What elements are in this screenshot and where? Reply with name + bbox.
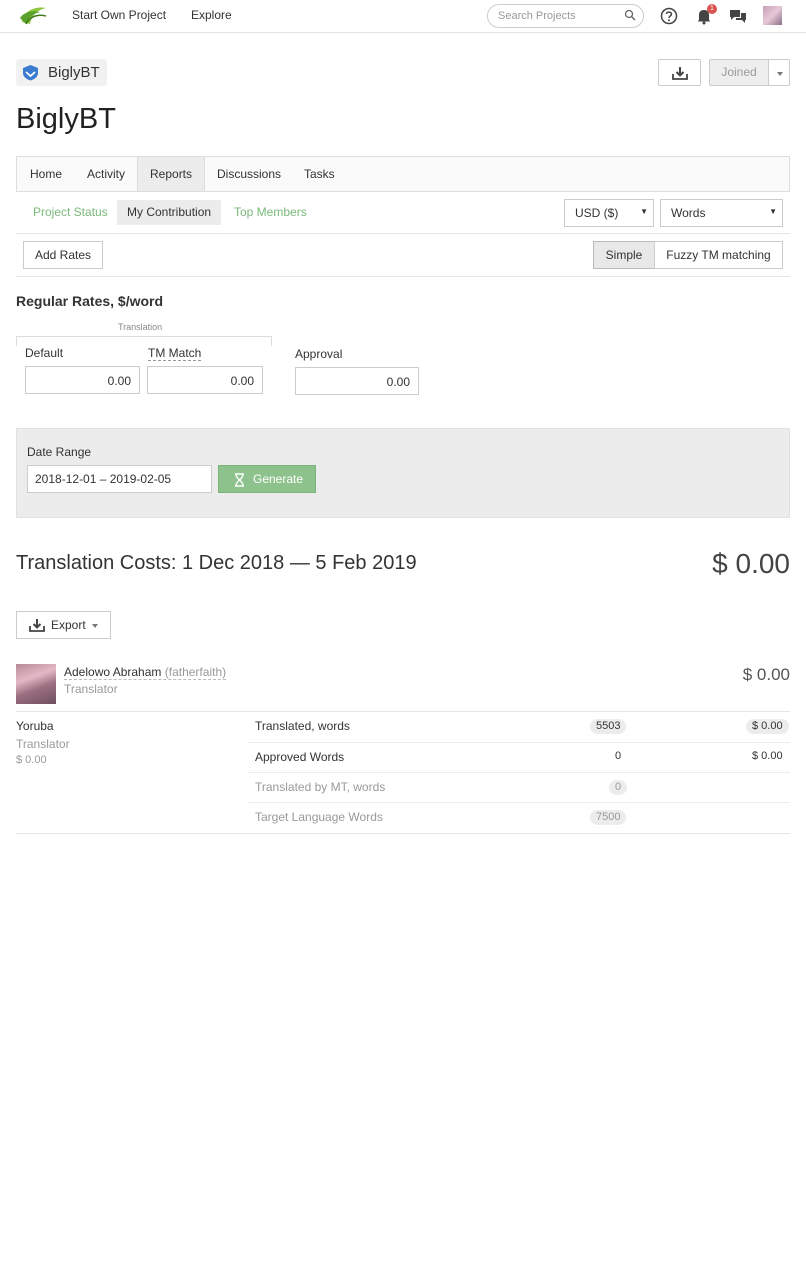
user-avatar[interactable] (763, 6, 782, 25)
stat-value-target-language-words: 7500 (590, 810, 627, 825)
hourglass-icon (235, 473, 244, 487)
stat-value-translated-words: 5503 (590, 719, 627, 734)
generate-button[interactable]: Generate (218, 465, 316, 493)
chevron-down-icon (92, 624, 98, 628)
stat-cost-translated-words: $ 0.00 (746, 719, 789, 734)
language-name: Yoruba (16, 719, 54, 733)
date-range-input[interactable]: 2018-12-01 – 2019-02-05 (27, 465, 212, 493)
divider (16, 233, 790, 234)
approval-rate-label: Approval (295, 347, 343, 361)
chevron-down-icon: ▼ (769, 207, 777, 216)
unit-select-value: Words (671, 206, 706, 220)
language-cost: $ 0.00 (16, 754, 47, 766)
divider (16, 276, 790, 277)
tm-match-rate-input[interactable]: 0.00 (147, 366, 263, 394)
add-rates-button[interactable]: Add Rates (23, 241, 103, 269)
member-name-text: Adelowo Abraham (64, 665, 162, 679)
approval-rate-input[interactable]: 0.00 (295, 367, 419, 395)
member-role: Translator (64, 682, 118, 696)
subtab-top-members[interactable]: Top Members (224, 200, 317, 225)
translation-costs-total: $ 0.00 (712, 548, 790, 579)
divider (16, 833, 790, 834)
joined-dropdown-toggle[interactable] (768, 59, 790, 86)
project-tabs: Home Activity Reports Discussions Tasks (16, 156, 790, 192)
export-label: Export (51, 618, 86, 632)
stat-label-target-language-words: Target Language Words (255, 810, 383, 824)
translation-costs-title: Translation Costs: 1 Dec 2018 — 5 Feb 20… (16, 552, 417, 574)
search-icon[interactable] (624, 9, 636, 21)
tab-tasks[interactable]: Tasks (292, 157, 347, 191)
stat-value-mt-words: 0 (609, 780, 628, 795)
currency-select[interactable]: USD ($) ▼ (564, 199, 654, 227)
chevron-down-icon: ▼ (640, 207, 648, 216)
tab-reports[interactable]: Reports (137, 157, 206, 191)
unit-select[interactable]: Words ▼ (660, 199, 783, 227)
top-navbar: Start Own Project Explore Search Project… (0, 0, 806, 33)
subtab-my-contribution[interactable]: My Contribution (117, 200, 222, 225)
start-own-project-link[interactable]: Start Own Project (72, 8, 166, 22)
download-icon (29, 619, 45, 632)
row-divider (248, 772, 790, 773)
tm-match-label: TM Match (148, 346, 202, 361)
generate-label: Generate (253, 472, 304, 486)
stat-label-approved-words: Approved Words (255, 750, 345, 764)
stat-value-approved-words: 0 (615, 750, 622, 762)
member-handle: (fatherfaith) (164, 665, 227, 679)
download-icon (672, 67, 688, 80)
search-input[interactable]: Search Projects (487, 4, 644, 28)
project-chip[interactable]: BiglyBT (16, 59, 107, 86)
messages-icon[interactable] (729, 7, 747, 25)
stat-label-mt-words: Translated by MT, words (255, 780, 386, 794)
member-avatar (16, 664, 56, 704)
date-range-label: Date Range (27, 445, 92, 459)
chevron-down-icon (777, 72, 783, 76)
stat-cost-approved-words: $ 0.00 (752, 750, 783, 762)
default-rate-input[interactable]: 0.00 (25, 366, 140, 394)
notification-badge: 1 (707, 4, 717, 14)
project-title: BiglyBT (16, 103, 116, 135)
help-icon[interactable] (660, 7, 678, 25)
default-rate-label: Default (25, 346, 64, 360)
stat-label-translated-words: Translated, words (255, 719, 350, 733)
divider (16, 711, 790, 712)
tab-discussions[interactable]: Discussions (205, 157, 293, 191)
export-button[interactable]: Export (16, 611, 111, 639)
explore-link[interactable]: Explore (191, 8, 232, 22)
member-total: $ 0.00 (742, 665, 790, 684)
row-divider (248, 742, 790, 743)
currency-select-value: USD ($) (575, 206, 619, 220)
project-chip-label: BiglyBT (48, 64, 100, 81)
download-button[interactable] (658, 59, 701, 86)
tab-activity[interactable]: Activity (75, 157, 137, 191)
subtab-project-status[interactable]: Project Status (23, 200, 118, 225)
rates-title: Regular Rates, $/word (16, 293, 164, 309)
project-logo-icon (23, 65, 38, 81)
language-role: Translator (16, 737, 70, 751)
row-divider (248, 802, 790, 803)
fuzzy-tm-matching-button[interactable]: Fuzzy TM matching (654, 241, 783, 269)
member-name[interactable]: Adelowo Abraham (fatherfaith) (64, 665, 227, 680)
simple-mode-button[interactable]: Simple (593, 241, 655, 269)
translation-group-bracket (16, 336, 272, 346)
tab-home[interactable]: Home (18, 157, 74, 191)
translation-group-label: Translation (118, 322, 163, 332)
joined-button[interactable]: Joined (709, 59, 769, 86)
crowdin-logo-icon[interactable] (18, 4, 48, 28)
